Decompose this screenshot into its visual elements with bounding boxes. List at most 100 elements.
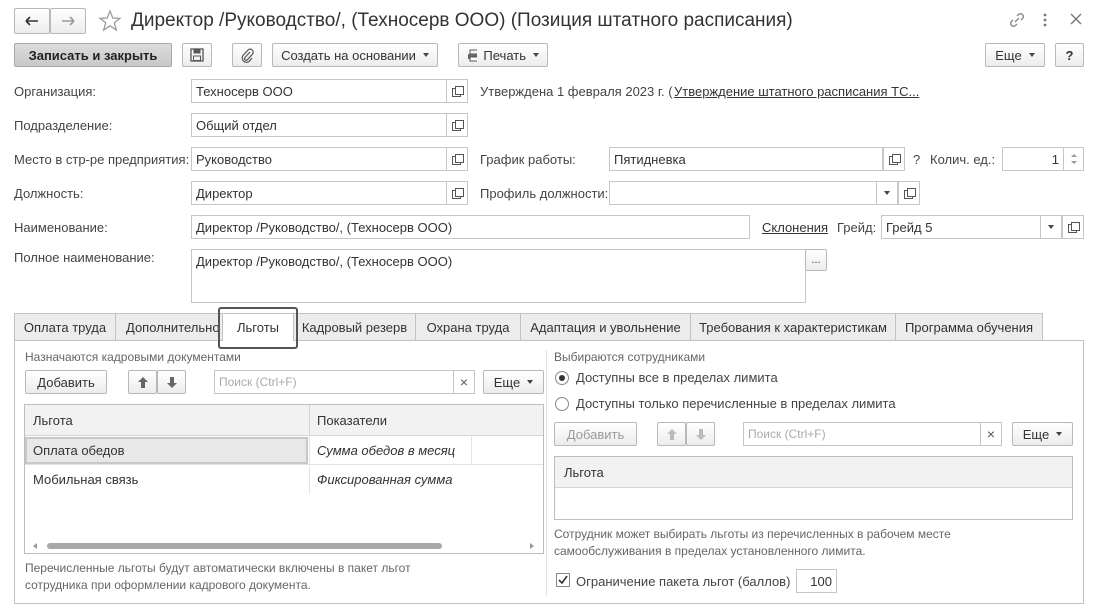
left-table: Льгота Показатели Оплата обедов Сумма об…	[24, 404, 544, 554]
open-icon	[889, 154, 901, 165]
chevron-down-icon	[884, 191, 890, 195]
table-row[interactable]: Мобильная связь Фиксированная сумма	[25, 466, 543, 494]
table-row[interactable]: Оплата обедов Сумма обедов в месяц	[25, 437, 543, 465]
qty-field[interactable]: 1	[1002, 147, 1064, 171]
column-divider	[309, 466, 310, 494]
schedule-question-icon[interactable]: ?	[913, 152, 920, 167]
chevron-down-icon	[533, 53, 539, 57]
printer-icon	[468, 49, 478, 61]
save-button[interactable]	[182, 43, 212, 67]
scroll-left-icon[interactable]	[33, 543, 37, 549]
tab-additional[interactable]: Дополнительно	[115, 313, 223, 340]
column-header-benefit[interactable]: Льгота	[564, 465, 604, 480]
arrow-right-icon	[62, 16, 75, 26]
more-vert-icon[interactable]	[1040, 12, 1050, 31]
chevron-down-icon	[1028, 53, 1035, 57]
radio-all-within-limit[interactable]	[555, 371, 569, 385]
left-more-button[interactable]: Еще	[483, 370, 544, 394]
forward-button[interactable]	[50, 8, 86, 34]
cell-benefit: Оплата обедов	[33, 443, 125, 458]
limit-label[interactable]: Ограничение пакета льгот (баллов)	[576, 574, 790, 589]
left-search-input[interactable]: Поиск (Ctrl+F)	[214, 370, 454, 394]
create-based-button[interactable]: Создать на основании	[272, 43, 438, 67]
column-header-indicators[interactable]: Показатели	[317, 413, 387, 428]
tab-reserve[interactable]: Кадровый резерв	[293, 313, 416, 340]
save-close-button[interactable]: Записать и закрыть	[14, 43, 172, 67]
left-move-up-button[interactable]	[128, 370, 157, 394]
schedule-field[interactable]: Пятидневка	[609, 147, 883, 171]
more-button[interactable]: Еще	[985, 43, 1045, 67]
dept-open-button[interactable]	[446, 113, 468, 137]
right-search-clear-button[interactable]: ×	[980, 422, 1002, 446]
fullname-ellipsis-button[interactable]: ...	[805, 249, 827, 271]
name-label: Наименование:	[14, 220, 108, 235]
window-title: Директор /Руководство/, (Техносерв ООО) …	[131, 10, 793, 31]
cell-indicator: Фиксированная сумма	[317, 472, 453, 487]
attach-button[interactable]	[232, 43, 262, 67]
qty-spinner[interactable]	[1063, 147, 1084, 171]
grade-open-button[interactable]	[1062, 215, 1084, 239]
fullname-field[interactable]: Директор /Руководство/, (Техносерв ООО)	[191, 249, 806, 303]
limit-field[interactable]: 100	[796, 569, 837, 593]
pane-divider	[546, 350, 547, 596]
place-open-button[interactable]	[446, 147, 468, 171]
scrollbar-thumb[interactable]	[47, 543, 442, 549]
grade-field[interactable]: Грейд 5	[881, 215, 1041, 239]
right-table: Льгота	[554, 456, 1073, 520]
dept-field[interactable]: Общий отдел	[191, 113, 447, 137]
arrow-left-icon	[25, 16, 38, 26]
profile-open-button[interactable]	[898, 181, 920, 205]
chevron-down-icon	[1048, 225, 1054, 229]
tab-requirements[interactable]: Требования к характеристикам	[690, 313, 896, 340]
radio-listed-label[interactable]: Доступны только перечисленные в пределах…	[576, 396, 896, 411]
profile-field[interactable]	[609, 181, 877, 205]
help-button[interactable]: ?	[1055, 43, 1084, 67]
right-more-button[interactable]: Еще	[1012, 422, 1073, 446]
right-move-down-button[interactable]	[686, 422, 715, 446]
profile-dropdown-button[interactable]	[876, 181, 898, 205]
name-field[interactable]: Директор /Руководство/, (Техносерв ООО)	[191, 215, 750, 239]
paperclip-icon	[241, 48, 254, 63]
tab-payment[interactable]: Оплата труда	[14, 313, 116, 340]
grade-dropdown-button[interactable]	[1040, 215, 1062, 239]
checkmark-icon	[558, 575, 568, 585]
approved-text: Утверждена 1 февраля 2023 г. (	[480, 84, 673, 99]
approved-link[interactable]: Утверждение штатного расписания ТС...	[674, 84, 919, 99]
cell-benefit: Мобильная связь	[33, 472, 139, 487]
back-button[interactable]	[14, 8, 50, 34]
tab-focus-frame	[218, 307, 298, 349]
schedule-open-button[interactable]	[883, 147, 905, 171]
horizontal-scrollbar[interactable]	[29, 541, 539, 551]
position-label: Должность:	[14, 186, 84, 201]
right-move-up-button[interactable]	[657, 422, 686, 446]
place-field[interactable]: Руководство	[191, 147, 447, 171]
org-open-button[interactable]	[446, 79, 468, 103]
limit-checkbox[interactable]	[556, 573, 570, 587]
radio-all-label[interactable]: Доступны все в пределах лимита	[576, 370, 778, 385]
tab-training[interactable]: Программа обучения	[895, 313, 1043, 340]
open-icon	[452, 154, 464, 165]
favorite-star-icon[interactable]	[98, 9, 122, 36]
close-icon[interactable]	[1070, 13, 1082, 28]
position-field[interactable]: Директор	[191, 181, 447, 205]
link-icon[interactable]	[1009, 12, 1025, 31]
print-button[interactable]: Печать	[458, 43, 548, 67]
org-field[interactable]: Техносерв ООО	[191, 79, 447, 103]
left-add-button[interactable]: Добавить	[25, 370, 107, 394]
cell-indicator: Сумма обедов в месяц	[317, 443, 456, 458]
declension-link[interactable]: Склонения	[762, 220, 828, 235]
right-note: Сотрудник может выбирать льготы из переч…	[554, 527, 951, 558]
right-search-input[interactable]: Поиск (Ctrl+F)	[743, 422, 983, 446]
tab-safety[interactable]: Охрана труда	[415, 313, 521, 340]
arrow-up-icon	[137, 376, 148, 388]
scroll-right-icon[interactable]	[530, 543, 534, 549]
left-move-down-button[interactable]	[157, 370, 186, 394]
open-icon	[904, 188, 916, 199]
tab-adaptation[interactable]: Адаптация и увольнение	[520, 313, 691, 340]
left-search-clear-button[interactable]: ×	[453, 370, 475, 394]
position-open-button[interactable]	[446, 181, 468, 205]
radio-listed-within-limit[interactable]	[555, 397, 569, 411]
right-add-button[interactable]: Добавить	[554, 422, 637, 446]
column-header-benefit[interactable]: Льгота	[33, 413, 73, 428]
open-icon	[1068, 222, 1080, 233]
